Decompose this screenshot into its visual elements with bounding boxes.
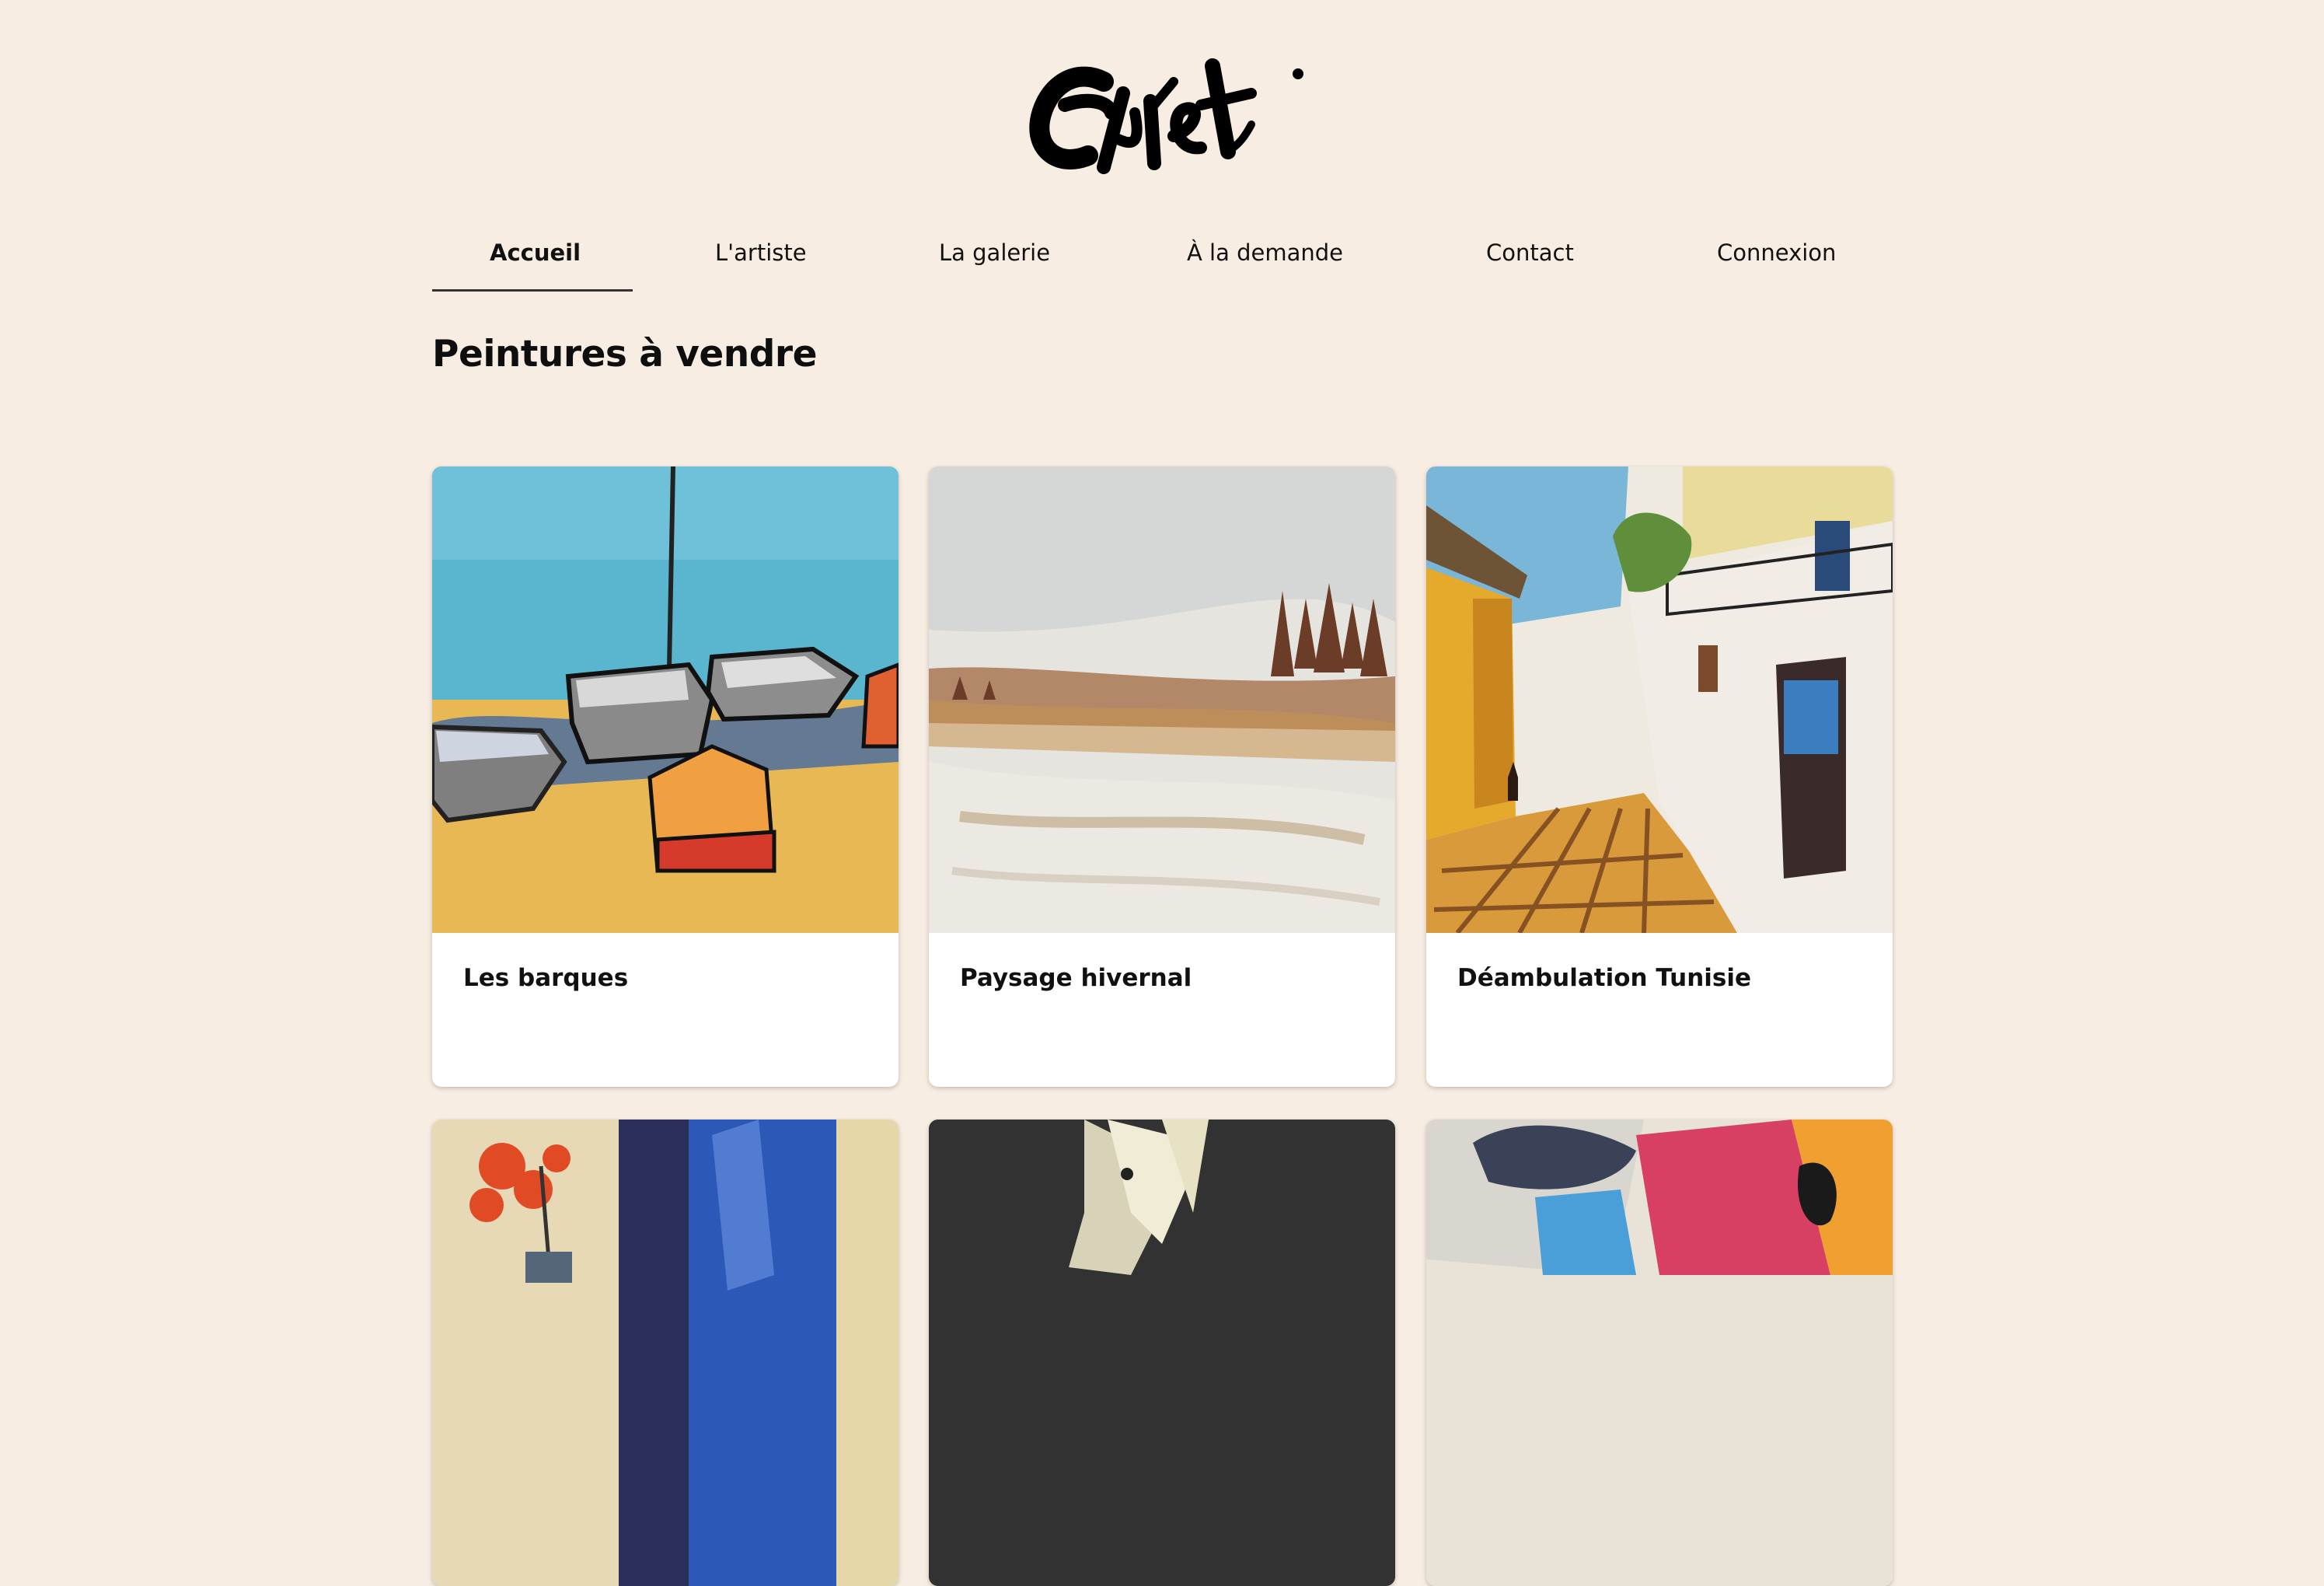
painting-card[interactable]: Déambulation Tunisie (1426, 466, 1893, 1087)
painting-title[interactable]: Les barques (463, 964, 628, 992)
painting-image-les-barques[interactable] (432, 466, 899, 933)
nav-item-accueil[interactable]: Accueil (490, 239, 581, 266)
active-tab-underline (432, 289, 633, 292)
painting-card[interactable] (929, 1120, 1395, 1586)
signature-logo-icon[interactable] (1018, 19, 1314, 183)
painting-image[interactable] (432, 1120, 899, 1586)
painting-card[interactable] (1426, 1120, 1893, 1586)
painting-image-deambulation-tunisie[interactable] (1426, 466, 1893, 933)
painting-title[interactable]: Paysage hivernal (960, 964, 1192, 992)
painting-image[interactable] (1426, 1120, 1893, 1586)
page-title: Peintures à vendre (432, 333, 817, 376)
nav-item-artiste[interactable]: L'artiste (715, 239, 807, 266)
painting-title[interactable]: Déambulation Tunisie (1457, 964, 1751, 992)
painting-card[interactable]: Paysage hivernal (929, 466, 1395, 1087)
nav-item-a-la-demande[interactable]: À la demande (1187, 239, 1343, 266)
painting-card[interactable]: Les barques (432, 466, 899, 1087)
nav-item-galerie[interactable]: La galerie (939, 239, 1050, 266)
nav-item-connexion[interactable]: Connexion (1717, 239, 1836, 266)
painting-image[interactable] (929, 1120, 1395, 1586)
main-nav: Accueil L'artiste La galerie À la demand… (432, 225, 1893, 292)
nav-item-contact[interactable]: Contact (1486, 239, 1574, 266)
painting-image-paysage-hivernal[interactable] (929, 466, 1395, 933)
painting-card[interactable] (432, 1120, 899, 1586)
